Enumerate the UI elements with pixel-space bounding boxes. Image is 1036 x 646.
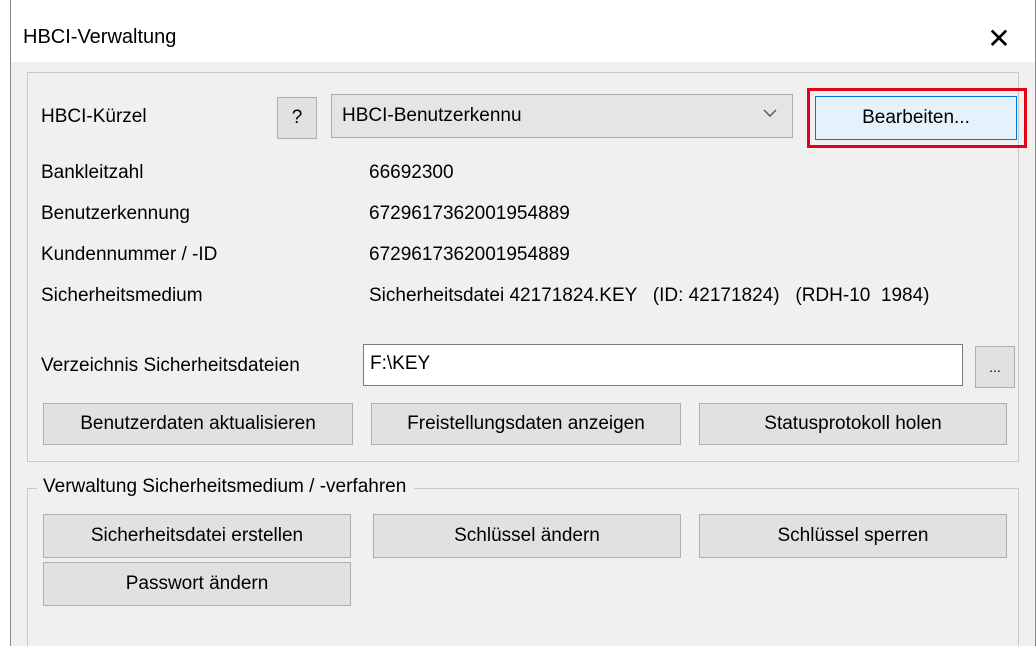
kundennummer-value: 6729617362001954889 — [369, 244, 570, 265]
chevron-down-icon — [763, 109, 777, 117]
edit-button-label: Bearbeiten... — [862, 107, 970, 128]
directory-input[interactable]: F:\KEY — [363, 344, 963, 386]
close-button[interactable]: ✕ — [977, 18, 1021, 58]
bankleitzahl-value: 66692300 — [369, 162, 454, 183]
close-icon: ✕ — [987, 21, 1011, 55]
fetch-status-log-button[interactable]: Statusprotokoll holen — [699, 403, 1007, 445]
update-user-data-button[interactable]: Benutzerdaten aktualisieren — [43, 403, 353, 445]
bankleitzahl-label: Bankleitzahl — [41, 162, 144, 183]
security-group-legend: Verwaltung Sicherheitsmedium / -verfahre… — [37, 476, 415, 498]
help-button-label: ? — [291, 107, 303, 128]
change-password-label: Passwort ändern — [125, 573, 269, 594]
kundennummer-label: Kundennummer / -ID — [41, 244, 218, 265]
benutzerkennung-label: Benutzerkennung — [41, 203, 190, 224]
lock-key-label: Schlüssel sperren — [777, 525, 929, 546]
create-security-file-button[interactable]: Sicherheitsdatei erstellen — [43, 514, 351, 558]
hbci-dialog-window: HBCI-Verwaltung ✕ HBCI-Kürzel ? HBCI-Ben… — [10, 0, 1036, 646]
benutzerkennung-value: 6729617362001954889 — [369, 203, 570, 224]
edit-button[interactable]: Bearbeiten... — [815, 96, 1017, 140]
sicherheitsmedium-label: Sicherheitsmedium — [41, 285, 203, 306]
more-icon: ... — [989, 359, 1001, 375]
show-exemption-data-label: Freistellungsdaten anzeigen — [407, 413, 645, 434]
change-key-button[interactable]: Schlüssel ändern — [373, 514, 681, 558]
change-key-label: Schlüssel ändern — [454, 525, 600, 546]
hbci-kuerzel-select[interactable]: HBCI-Benutzerkennu — [331, 94, 793, 138]
kuerzel-label: HBCI-Kürzel — [41, 106, 147, 127]
create-security-file-label: Sicherheitsdatei erstellen — [90, 525, 304, 546]
help-button[interactable]: ? — [277, 97, 317, 139]
window-title: HBCI-Verwaltung — [23, 26, 177, 48]
hbci-kuerzel-selected-value: HBCI-Benutzerkennu — [342, 105, 522, 126]
title-bar: HBCI-Verwaltung ✕ — [11, 0, 1035, 62]
update-user-data-label: Benutzerdaten aktualisieren — [80, 413, 316, 434]
browse-button[interactable]: ... — [975, 346, 1015, 388]
fetch-status-log-label: Statusprotokoll holen — [764, 413, 942, 434]
show-exemption-data-button[interactable]: Freistellungsdaten anzeigen — [371, 403, 681, 445]
change-password-button[interactable]: Passwort ändern — [43, 562, 351, 606]
sicherheitsmedium-value: Sicherheitsdatei 42171824.KEY (ID: 42171… — [369, 285, 930, 306]
lock-key-button[interactable]: Schlüssel sperren — [699, 514, 1007, 558]
directory-label: Verzeichnis Sicherheitsdateien — [41, 355, 300, 376]
